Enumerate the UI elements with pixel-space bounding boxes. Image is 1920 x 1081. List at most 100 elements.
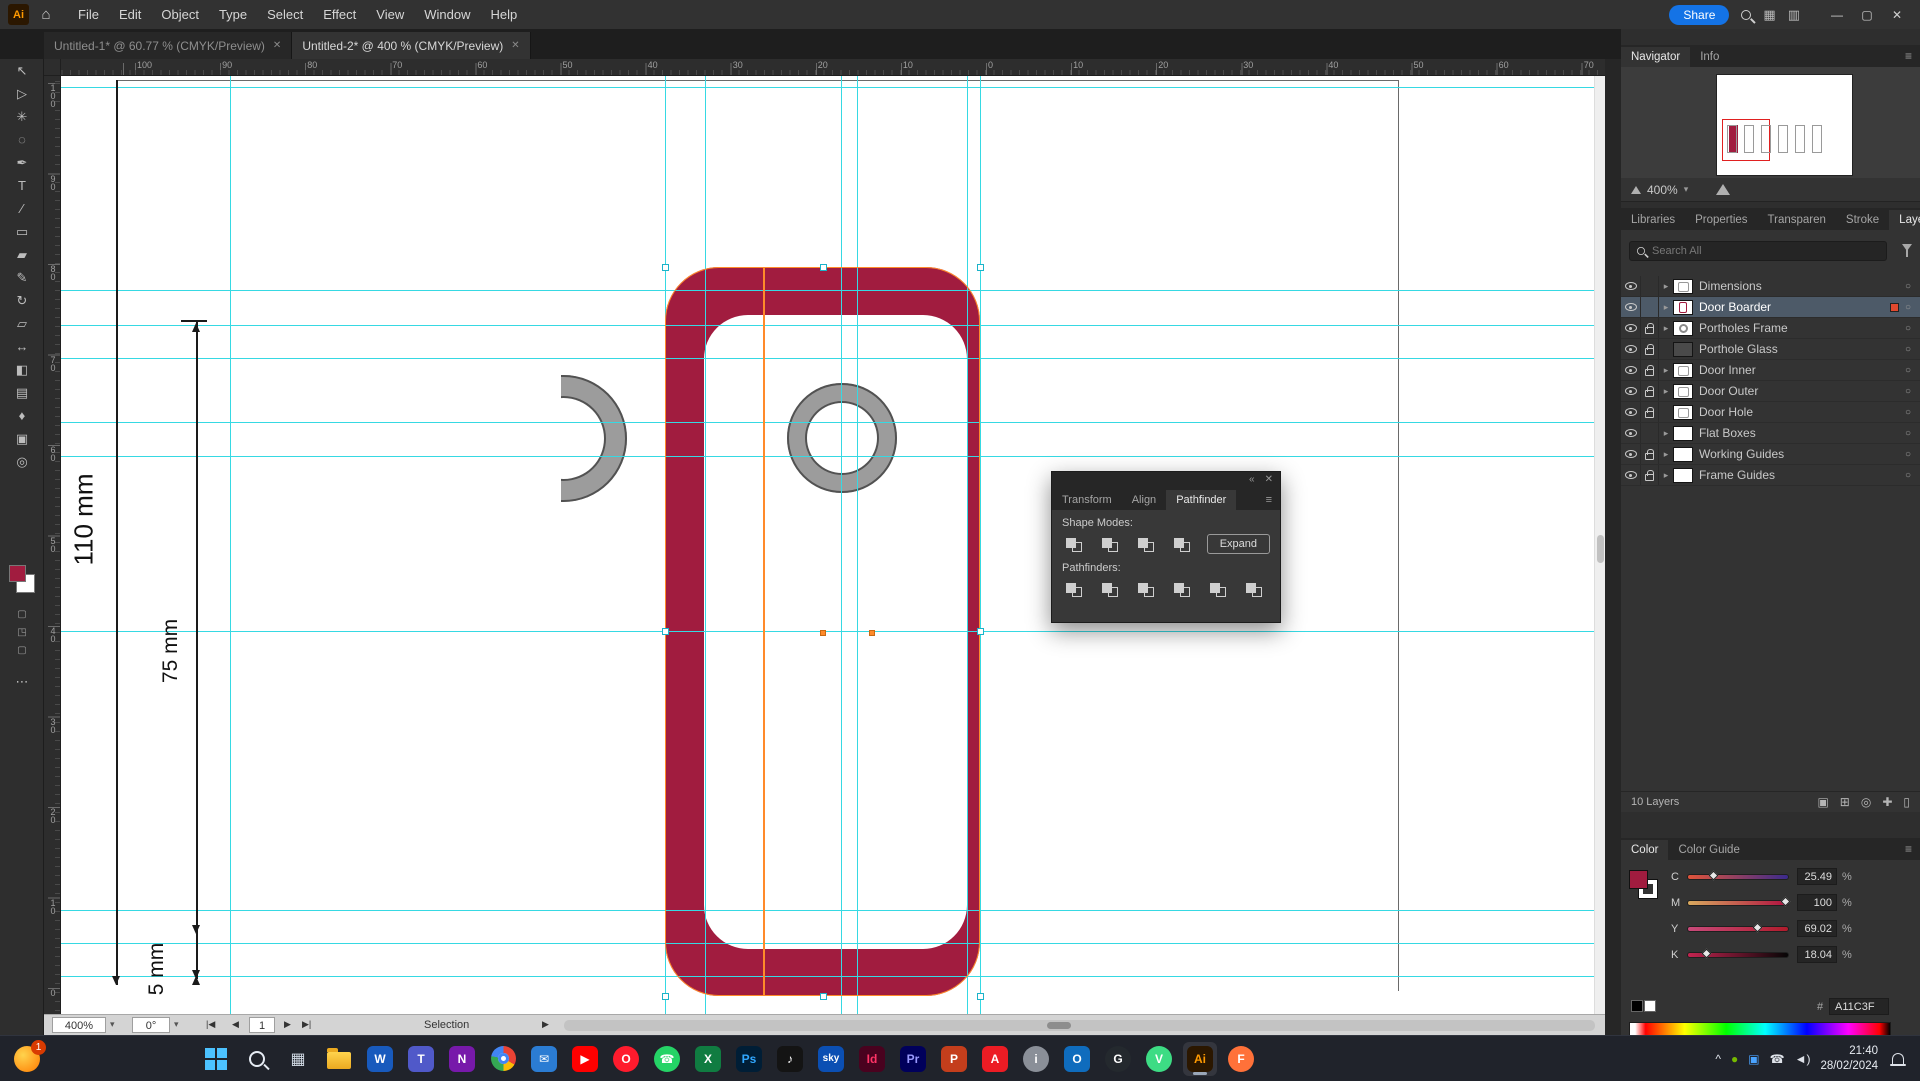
anchor-point[interactable] [977, 993, 984, 1000]
anchor-point[interactable] [662, 628, 669, 635]
new-sublayer-icon[interactable]: ⊞ [1840, 795, 1850, 809]
layer-row[interactable]: ▸Portholes Frame○ [1621, 318, 1920, 339]
slider-thumb[interactable] [1709, 871, 1719, 881]
selected-anchor-point[interactable] [820, 630, 826, 636]
locate-object-icon[interactable]: ◎ [1861, 795, 1871, 809]
visibility-toggle[interactable] [1621, 465, 1641, 485]
next-artboard-button[interactable]: ▶ [284, 1019, 291, 1030]
taskbar-youtube-icon[interactable]: ▶ [568, 1042, 602, 1076]
scale-tool[interactable]: ▱ [0, 312, 44, 335]
slider-thumb[interactable] [1781, 897, 1791, 907]
black-swatch[interactable] [1631, 1000, 1643, 1012]
slider-thumb[interactable] [1702, 949, 1712, 959]
taskbar-word-icon[interactable]: W [363, 1042, 397, 1076]
first-artboard-button[interactable]: |◀ [206, 1019, 215, 1030]
width-tool[interactable]: ↔ [0, 335, 44, 358]
taskbar-teams-icon[interactable]: T [404, 1042, 438, 1076]
chevron-right-icon[interactable]: ▸ [1659, 428, 1673, 439]
close-icon[interactable]: ✕ [273, 40, 281, 51]
channel-slider-y[interactable] [1687, 926, 1789, 932]
menu-type[interactable]: Type [210, 3, 256, 26]
navigator-tab-navigator[interactable]: Navigator [1621, 47, 1690, 67]
eyedropper-tool[interactable]: ♦ [0, 404, 44, 427]
chevron-right-icon[interactable]: ▸ [1659, 449, 1673, 460]
visibility-toggle[interactable] [1621, 402, 1641, 422]
chevron-right-icon[interactable]: ▸ [1659, 302, 1673, 313]
outline-button[interactable] [1206, 579, 1232, 599]
layers-search[interactable] [1629, 241, 1887, 261]
chevron-right-icon[interactable]: ▸ [1659, 365, 1673, 376]
horizontal-scrollbar[interactable] [564, 1020, 1595, 1031]
tab-libraries[interactable]: Libraries [1621, 210, 1685, 230]
selected-anchor-point[interactable] [869, 630, 875, 636]
taskbar-github-icon[interactable]: G [1101, 1042, 1135, 1076]
white-swatch[interactable] [1644, 1000, 1656, 1012]
visibility-toggle[interactable] [1621, 276, 1641, 296]
lock-toggle[interactable] [1641, 444, 1659, 464]
navigator-zoom-value[interactable]: 400% [1647, 183, 1678, 197]
taskbar-whatsapp-icon[interactable]: ☎ [650, 1042, 684, 1076]
target-circle-icon[interactable]: ○ [1905, 365, 1911, 376]
taskbar-task-view-icon[interactable]: ▦ [281, 1042, 315, 1076]
chevron-right-icon[interactable]: ▸ [1659, 323, 1673, 334]
exclude-button[interactable] [1170, 534, 1196, 554]
last-artboard-button[interactable]: ▶| [302, 1019, 311, 1030]
menu-edit[interactable]: Edit [110, 3, 150, 26]
crop-button[interactable] [1170, 579, 1196, 599]
pen-tool[interactable]: ✒ [0, 151, 44, 174]
taskbar-acrobat-icon[interactable]: A [978, 1042, 1012, 1076]
artboard-tool[interactable]: ▣ [0, 427, 44, 450]
type-tool[interactable]: T [0, 174, 44, 197]
chevron-down-icon[interactable]: ▾ [174, 1019, 179, 1030]
volume-icon[interactable]: ◄) [1795, 1052, 1811, 1066]
pathfinder-tab-align[interactable]: Align [1122, 490, 1166, 510]
trim-button[interactable] [1098, 579, 1124, 599]
pathfinder-tab-transform[interactable]: Transform [1052, 490, 1122, 510]
artboard-viewport[interactable]: 110 mm 75 mm 5 mm [61, 76, 1605, 1014]
target-circle-icon[interactable]: ○ [1905, 344, 1911, 355]
tab-stroke[interactable]: Stroke [1836, 210, 1889, 230]
maximize-button[interactable]: ▢ [1852, 4, 1882, 26]
layer-row[interactable]: ▸Flat Boxes○ [1621, 423, 1920, 444]
layer-row[interactable]: ▸Door Boarder○ [1621, 297, 1920, 318]
channel-value-field[interactable]: 18.04 [1797, 946, 1837, 963]
anchor-point[interactable] [662, 264, 669, 271]
channel-slider-m[interactable] [1687, 900, 1789, 906]
layer-row[interactable]: ▸Dimensions○ [1621, 276, 1920, 297]
share-button[interactable]: Share [1669, 5, 1729, 25]
home-icon[interactable]: ⌂ [35, 6, 57, 23]
channel-slider-c[interactable] [1687, 874, 1789, 880]
target-circle-icon[interactable]: ○ [1905, 449, 1911, 460]
close-icon[interactable]: ✕ [511, 40, 519, 51]
document-tab[interactable]: Untitled-2* @ 400 % (CMYK/Preview)✕ [292, 32, 530, 59]
target-circle-icon[interactable]: ○ [1905, 281, 1911, 292]
layer-row[interactable]: ▸Door Inner○ [1621, 360, 1920, 381]
tab-transparen[interactable]: Transparen [1758, 210, 1836, 230]
anchor-point[interactable] [820, 264, 827, 271]
lock-toggle[interactable] [1641, 360, 1659, 380]
hex-value-field[interactable]: A11C3F [1829, 998, 1889, 1015]
taskbar-powerpoint-icon[interactable]: P [937, 1042, 971, 1076]
direct-selection-tool[interactable]: ▷ [0, 82, 44, 105]
anchor-point[interactable] [977, 264, 984, 271]
draw-normal-icon[interactable]: ▢ [0, 609, 44, 627]
toolbar-overflow[interactable]: ⋯ [0, 674, 44, 690]
chevron-right-icon[interactable]: ▸ [1659, 281, 1673, 292]
visibility-toggle[interactable] [1621, 444, 1641, 464]
taskbar-illustrator-icon[interactable]: Ai [1183, 1042, 1217, 1076]
document-tab[interactable]: Untitled-1* @ 60.77 % (CMYK/Preview)✕ [44, 32, 292, 59]
magic-wand-tool[interactable]: ✳ [0, 105, 44, 128]
close-button[interactable]: ✕ [1882, 4, 1912, 26]
paintbrush-tool[interactable]: ▰ [0, 243, 44, 266]
color-tab-color[interactable]: Color [1621, 840, 1668, 860]
lock-toggle[interactable] [1641, 402, 1659, 422]
tray-app-icon[interactable]: ▣ [1748, 1052, 1759, 1066]
anchor-point[interactable] [977, 628, 984, 635]
visibility-toggle[interactable] [1621, 318, 1641, 338]
rectangle-tool[interactable]: ▭ [0, 220, 44, 243]
chevron-right-icon[interactable]: ▸ [1659, 386, 1673, 397]
zoom-out-icon[interactable] [1631, 186, 1641, 194]
taskbar-premiere-icon[interactable]: Pr [896, 1042, 930, 1076]
layer-row[interactable]: ▸Working Guides○ [1621, 444, 1920, 465]
target-circle-icon[interactable]: ○ [1905, 386, 1911, 397]
